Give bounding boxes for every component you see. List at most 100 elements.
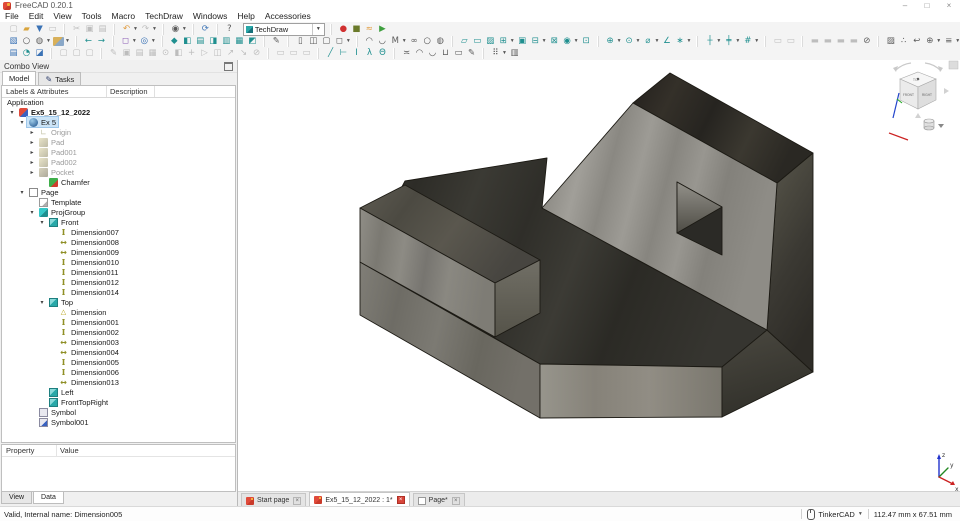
line-i-button[interactable]: I (351, 48, 362, 59)
chevron-down-icon[interactable]: ▼ (151, 38, 156, 44)
tree-item-dimension001[interactable]: Dimension001 (2, 317, 235, 327)
page-prev-button[interactable]: ▭ (772, 36, 783, 47)
tree-item-dimension010[interactable]: Dimension010 (2, 257, 235, 267)
open-folder-button[interactable]: ▰ (21, 24, 32, 35)
texture-button[interactable]: ◻ ▼ (334, 36, 351, 47)
sketch-b-button[interactable]: ▢ (71, 48, 82, 59)
stop-macro-button[interactable]: ■ (351, 24, 362, 35)
view-front-button[interactable]: ◧ (182, 36, 193, 47)
complex-section-button[interactable]: ⊠ (549, 36, 560, 47)
img-a-button[interactable]: ▣ (121, 48, 132, 59)
ext-hole-button[interactable]: # ▼ (742, 36, 759, 47)
undo-button[interactable]: ↶ ▼ (121, 24, 138, 35)
close-button[interactable]: × (938, 0, 960, 11)
print-button[interactable]: ▭ (47, 24, 58, 35)
chevron-down-icon[interactable]: ▼ (735, 38, 740, 44)
column-header-property[interactable]: Property (6, 446, 34, 455)
fit-all-button[interactable]: ◻ ▼ (120, 36, 137, 47)
doc-b-button[interactable]: ▭ (288, 48, 299, 59)
tree-item-symbol001[interactable]: Symbol001 (2, 417, 235, 427)
expand-arrow-icon[interactable]: ▾ (17, 189, 27, 196)
close-tab-icon[interactable]: × (293, 496, 302, 505)
ruler-button[interactable]: ▥ (509, 48, 520, 59)
tab-tasks[interactable]: ✎ Tasks (38, 72, 82, 85)
chevron-down-icon[interactable]: ▼ (574, 38, 579, 44)
whats-this-button[interactable]: ? (224, 24, 235, 35)
chevron-down-icon[interactable]: ▼ (716, 38, 721, 44)
detail-view-button[interactable]: ◉ ▼ (562, 36, 579, 47)
doc-c-button[interactable]: ▭ (301, 48, 312, 59)
deco-d-button[interactable]: ⊔ (440, 48, 451, 59)
tree-item-origin[interactable]: ▸ Origin (2, 127, 235, 137)
column-header-description[interactable]: Description (110, 87, 148, 96)
navigation-style-selector[interactable]: TinkerCAD ▼ (807, 508, 863, 520)
document-tab-page-[interactable]: Page* × (412, 493, 465, 507)
tree-item-top[interactable]: ▾ Top (2, 297, 235, 307)
tree-item-pocket[interactable]: ▸ Pocket (2, 167, 235, 177)
pan-right-arrow-icon[interactable] (944, 88, 949, 94)
view-left-button[interactable]: ◩ (247, 36, 258, 47)
line-theta-button[interactable]: Θ (377, 48, 388, 59)
add-item-button[interactable]: + (186, 48, 197, 59)
column-header-labels[interactable]: Labels & Attributes (6, 87, 69, 96)
tree-item-dimension005[interactable]: Dimension005 (2, 357, 235, 367)
tree-item-dimension013[interactable]: Dimension013 (2, 377, 235, 387)
tree-item-dimension012[interactable]: Dimension012 (2, 277, 235, 287)
expand-arrow-icon[interactable]: ▸ (27, 159, 37, 166)
ext-thread-button[interactable]: ╪ ▼ (723, 36, 740, 47)
pan-down-arrow-icon[interactable] (915, 113, 921, 118)
deco-a-button[interactable]: ≍ (401, 48, 412, 59)
tree-item-fronttopright[interactable]: FrontTopRight (2, 397, 235, 407)
tree-item-dimension014[interactable]: Dimension014 (2, 287, 235, 297)
tree-item-dimension003[interactable]: Dimension003 (2, 337, 235, 347)
chevron-down-icon[interactable]: ▼ (311, 23, 324, 35)
tab-data[interactable]: Data (33, 492, 64, 504)
scene-inspector-button[interactable]: ◍ ▼ (34, 36, 51, 47)
macro-m-button[interactable]: M ▼ (390, 36, 407, 47)
tree-item-template[interactable]: Template (2, 197, 235, 207)
std-cube-button[interactable]: ◪ (34, 48, 45, 59)
chevron-down-icon[interactable]: ▼ (132, 38, 137, 44)
maximize-button[interactable]: □ (916, 0, 938, 11)
stack-1-button[interactable]: ▬ (809, 36, 820, 47)
revert-button[interactable]: ↩ (911, 36, 922, 47)
line-h-button[interactable]: ⊢ (338, 48, 349, 59)
chevron-down-icon[interactable]: ▼ (133, 26, 138, 32)
line-stealth-button[interactable]: ╱ (325, 48, 336, 59)
menu-windows[interactable]: Windows (188, 11, 232, 22)
expand-arrow-icon[interactable]: ▾ (17, 119, 27, 126)
expand-arrow-icon[interactable]: ▾ (7, 109, 17, 116)
grid-dots-button[interactable]: ⠿ ▼ (490, 48, 507, 59)
tree-item-chamfer[interactable]: Chamfer (2, 177, 235, 187)
chevron-down-icon[interactable]: ▼ (402, 38, 407, 44)
tree-item-front[interactable]: ▾ Front (2, 217, 235, 227)
paste-button[interactable]: ▤ (97, 24, 108, 35)
tree-item-pad002[interactable]: ▸ Pad002 (2, 157, 235, 167)
document-tab-start-page[interactable]: Start page × (241, 493, 307, 507)
menu-techdraw[interactable]: TechDraw (140, 11, 188, 22)
tree-item-dimension011[interactable]: Dimension011 (2, 267, 235, 277)
deco-b-button[interactable]: ◠ (414, 48, 425, 59)
stack-2-button[interactable]: ▬ (822, 36, 833, 47)
chevron-down-icon[interactable]: ▼ (65, 38, 70, 44)
edit-params-button[interactable]: ✎ (108, 48, 119, 59)
refresh-button[interactable]: ⟳ (200, 24, 211, 35)
tree-item-ex-5[interactable]: ▾ Ex 5 (2, 116, 235, 128)
view-rear-button[interactable]: ▥ (221, 36, 232, 47)
chevron-down-icon[interactable]: ▼ (686, 38, 691, 44)
appearance-button[interactable]: ◍ (435, 36, 446, 47)
doc-a-button[interactable]: ▭ (275, 48, 286, 59)
section-view-button[interactable]: ⊟ ▼ (530, 36, 547, 47)
hide-frames-button[interactable]: ⊘ (861, 36, 872, 47)
tree-item-dimension[interactable]: Dimension (2, 307, 235, 317)
tree-item-symbol[interactable]: Symbol (2, 407, 235, 417)
dim-radius-button[interactable]: ⊙ ▼ (624, 36, 640, 47)
3d-viewport[interactable]: FRONT RIGHT TOP z y x (238, 60, 960, 491)
chevron-down-icon[interactable]: ▼ (654, 38, 659, 44)
clip-group-button[interactable]: ◫ (308, 36, 319, 47)
page-next-button[interactable]: ▭ (785, 36, 796, 47)
chevron-down-icon[interactable]: ▼ (152, 26, 157, 32)
disable-button[interactable]: ⊘ (251, 48, 262, 59)
tree-item-dimension008[interactable]: Dimension008 (2, 237, 235, 247)
projection-group-button[interactable]: ⊞ ▼ (498, 36, 515, 47)
